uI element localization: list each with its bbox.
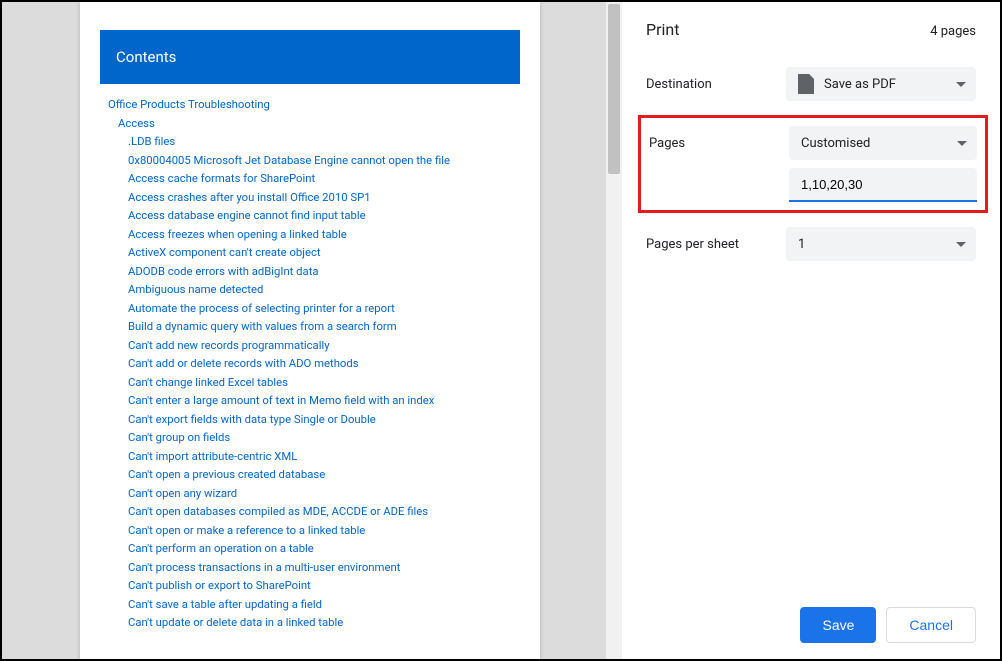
pages-label: Pages xyxy=(649,136,789,151)
chevron-down-icon xyxy=(957,141,967,146)
print-preview-pane: Contents Office Products Troubleshooting… xyxy=(2,2,622,659)
scroll-thumb[interactable] xyxy=(608,4,620,174)
pages-input[interactable] xyxy=(789,168,977,202)
pages-per-sheet-label: Pages per sheet xyxy=(646,237,786,252)
toc-item[interactable]: Can't update or delete data in a linked … xyxy=(128,614,512,633)
chevron-down-icon xyxy=(956,82,966,87)
print-settings-pane: Print 4 pages Destination Save as PDF Pa… xyxy=(622,2,1000,659)
toc-item[interactable]: Can't perform an operation on a table xyxy=(128,540,512,559)
pages-per-sheet-row: Pages per sheet 1 xyxy=(646,227,976,261)
toc-item[interactable]: ActiveX component can't create object xyxy=(128,244,512,263)
destination-select[interactable]: Save as PDF xyxy=(786,67,976,101)
print-title: Print xyxy=(646,20,679,39)
toc-item[interactable]: Can't import attribute-centric XML xyxy=(128,448,512,467)
toc-item[interactable]: .LDB files xyxy=(128,133,512,152)
save-button[interactable]: Save xyxy=(800,607,876,643)
destination-label: Destination xyxy=(646,77,786,92)
toc-item[interactable]: Can't add new records programmatically xyxy=(128,337,512,356)
pages-highlight: Pages Customised xyxy=(638,115,988,213)
pages-per-sheet-value: 1 xyxy=(798,237,805,252)
toc-item[interactable]: Can't open databases compiled as MDE, AC… xyxy=(128,503,512,522)
pdf-icon xyxy=(798,74,814,94)
toc-item[interactable]: Can't open or make a reference to a link… xyxy=(128,522,512,541)
toc-item[interactable]: Can't export fields with data type Singl… xyxy=(128,411,512,430)
toc-item[interactable]: Access freezes when opening a linked tab… xyxy=(128,226,512,245)
toc-item[interactable]: ADODB code errors with adBigInt data xyxy=(128,263,512,282)
toc-item[interactable]: Can't group on fields xyxy=(128,429,512,448)
pages-mode-select[interactable]: Customised xyxy=(789,126,977,160)
toc-item[interactable]: Access xyxy=(118,115,512,134)
toc-item[interactable]: Can't process transactions in a multi-us… xyxy=(128,559,512,578)
toc-item[interactable]: Can't publish or export to SharePoint xyxy=(128,577,512,596)
chevron-down-icon xyxy=(956,242,966,247)
toc-item[interactable]: Office Products Troubleshooting xyxy=(108,96,512,115)
toc-item[interactable]: Build a dynamic query with values from a… xyxy=(128,318,512,337)
toc-item[interactable]: Can't save a table after updating a fiel… xyxy=(128,596,512,615)
preview-page: Contents Office Products Troubleshooting… xyxy=(80,2,540,659)
preview-scrollbar[interactable] xyxy=(606,2,622,659)
toc-item[interactable]: Can't enter a large amount of text in Me… xyxy=(128,392,512,411)
toc-item[interactable]: Ambiguous name detected xyxy=(128,281,512,300)
cancel-button[interactable]: Cancel xyxy=(886,607,976,643)
table-of-contents: Office Products TroubleshootingAccess.LD… xyxy=(108,96,512,633)
print-dialog: Contents Office Products Troubleshooting… xyxy=(0,0,1002,661)
toc-item[interactable]: Automate the process of selecting printe… xyxy=(128,300,512,319)
contents-header: Contents xyxy=(100,30,520,84)
toc-item[interactable]: Access database engine cannot find input… xyxy=(128,207,512,226)
pages-mode-value: Customised xyxy=(801,136,870,151)
pages-per-sheet-select[interactable]: 1 xyxy=(786,227,976,261)
page-count: 4 pages xyxy=(930,24,976,39)
print-header: Print 4 pages xyxy=(646,20,976,39)
destination-row: Destination Save as PDF xyxy=(646,67,976,101)
toc-item[interactable]: 0x80004005 Microsoft Jet Database Engine… xyxy=(128,152,512,171)
dialog-footer: Save Cancel xyxy=(800,607,976,643)
toc-item[interactable]: Can't open any wizard xyxy=(128,485,512,504)
destination-value: Save as PDF xyxy=(824,77,896,92)
toc-item[interactable]: Can't add or delete records with ADO met… xyxy=(128,355,512,374)
toc-item[interactable]: Can't change linked Excel tables xyxy=(128,374,512,393)
toc-item[interactable]: Access cache formats for SharePoint xyxy=(128,170,512,189)
toc-item[interactable]: Can't open a previous created database xyxy=(128,466,512,485)
pages-input-row xyxy=(641,168,977,202)
pages-row: Pages Customised xyxy=(641,126,977,160)
toc-item[interactable]: Access crashes after you install Office … xyxy=(128,189,512,208)
